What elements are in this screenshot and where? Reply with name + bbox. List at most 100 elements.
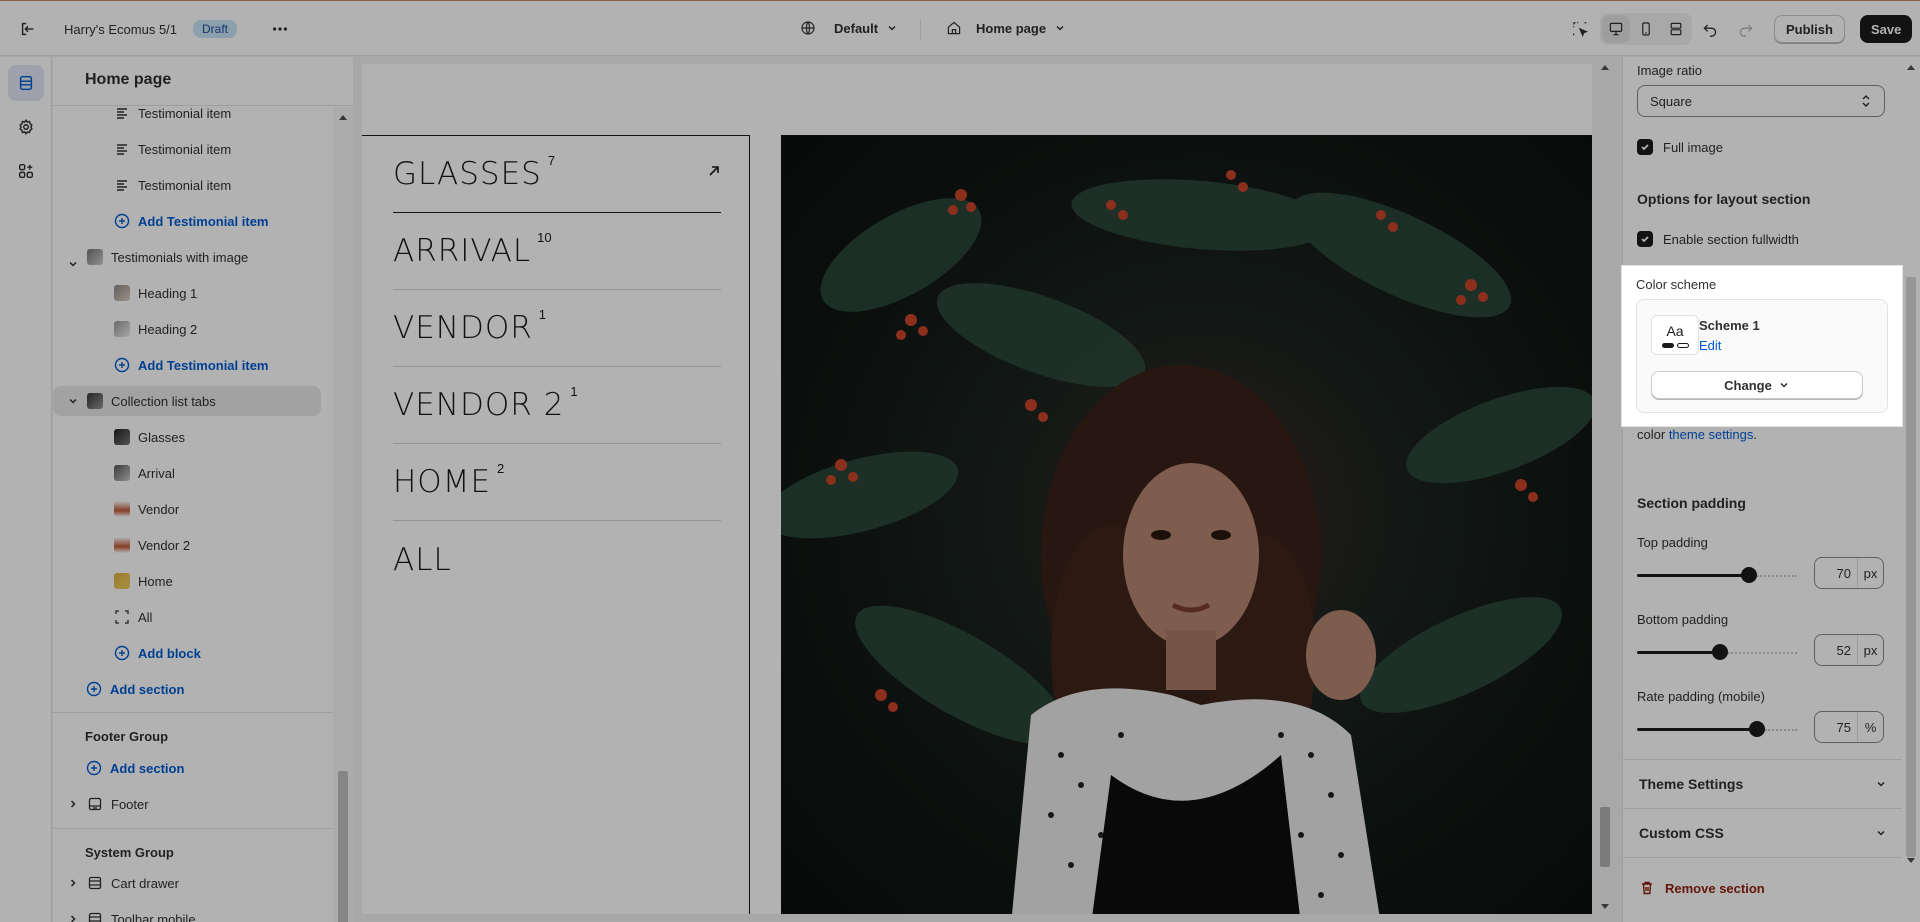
collection-tab-glasses[interactable]: GLASSES 7 <box>393 136 721 213</box>
sidebar-scrollbar[interactable] <box>333 107 353 922</box>
tree-item-vendor-2[interactable]: Vendor 2 <box>53 530 333 560</box>
tree-item-label: Vendor <box>138 501 180 517</box>
full-image-checkbox-row[interactable]: Full image <box>1637 139 1723 155</box>
theme-select[interactable]: Default <box>800 20 898 36</box>
preview-scrollbar[interactable] <box>1594 57 1616 922</box>
home-icon <box>947 21 961 35</box>
theme-settings-accordion[interactable]: Theme Settings <box>1623 759 1903 807</box>
page-select[interactable]: Home page <box>946 20 1066 36</box>
scheme-edit-link[interactable]: Edit <box>1699 338 1721 353</box>
publish-button[interactable]: Publish <box>1774 15 1845 43</box>
top-padding-slider[interactable] <box>1637 565 1797 585</box>
scheme-name: Scheme 1 <box>1699 318 1760 333</box>
apps-icon[interactable] <box>8 153 44 189</box>
layout-options-heading: Options for layout section <box>1637 191 1811 207</box>
rate-padding-slider[interactable] <box>1637 719 1797 739</box>
view-toggle-group <box>1600 13 1692 45</box>
add-testimonial-item-button[interactable]: Add Testimonial item <box>53 206 333 236</box>
tree-item-testimonial[interactable]: Testimonial item <box>53 98 333 128</box>
footer-group-label: Footer Group <box>85 729 169 744</box>
image-ratio-select[interactable]: Square <box>1637 85 1885 117</box>
footer-layout-icon <box>85 794 105 814</box>
tree-section-collection-list-tabs[interactable]: Collection list tabs <box>53 386 321 416</box>
tree-item-glasses[interactable]: Glasses <box>53 422 333 452</box>
tree-section-cart-drawer[interactable]: Cart drawer <box>53 868 333 898</box>
tree-item-testimonial[interactable]: Testimonial item <box>53 134 333 164</box>
full-image-label: Full image <box>1663 139 1723 155</box>
fullscreen-view-icon[interactable] <box>1662 15 1690 43</box>
bottom-padding-unit: px <box>1857 635 1883 665</box>
section-tree-sidebar: Home page Testimonial item Testimonial i… <box>53 57 353 922</box>
slider-knob[interactable] <box>1749 721 1765 737</box>
scrollbar-thumb[interactable] <box>1906 277 1916 857</box>
bottom-padding-slider[interactable] <box>1637 642 1797 662</box>
undo-icon[interactable] <box>1694 13 1726 45</box>
add-section-button[interactable]: Add section <box>53 753 333 783</box>
add-testimonial-item-button[interactable]: Add Testimonial item <box>53 350 333 380</box>
preview-frame[interactable]: GLASSES 7 ARRIVAL 10 VENDOR 1 VENDOR 2 1… <box>362 64 1592 914</box>
desktop-view-icon[interactable] <box>1602 15 1630 43</box>
full-image-checkbox[interactable] <box>1637 139 1653 155</box>
scroll-up-icon[interactable] <box>1600 63 1610 71</box>
add-section-label: Add section <box>110 760 185 776</box>
block-thumbnail-icon <box>112 283 132 303</box>
tree-section-footer[interactable]: Footer <box>53 789 333 819</box>
scheme-color-dots <box>1661 342 1689 348</box>
mobile-view-icon[interactable] <box>1632 15 1660 43</box>
bottom-padding-input[interactable]: 52 px <box>1814 634 1884 666</box>
change-scheme-button[interactable]: Change <box>1651 371 1863 399</box>
tree-item-label: Footer <box>111 796 149 812</box>
tree-item-vendor[interactable]: Vendor <box>53 494 333 524</box>
top-padding-input[interactable]: 70 px <box>1814 557 1884 589</box>
block-thumbnail-icon <box>112 427 132 447</box>
trash-icon <box>1642 881 1652 895</box>
tree-item-heading-1[interactable]: Heading 1 <box>53 278 333 308</box>
tree-section-toolbar-mobile[interactable]: Toolbar mobile <box>53 904 333 922</box>
custom-css-accordion[interactable]: Custom CSS <box>1623 808 1903 856</box>
color-scheme-label: Color scheme <box>1636 277 1717 292</box>
remove-section-button[interactable]: Remove section <box>1639 880 1765 896</box>
scroll-down-icon[interactable] <box>1906 857 1916 865</box>
collection-tab-vendor[interactable]: VENDOR 1 <box>393 290 721 367</box>
add-section-button[interactable]: Add section <box>53 674 333 704</box>
theme-settings-link[interactable]: theme settings <box>1669 427 1754 442</box>
tree-item-testimonial[interactable]: Testimonial item <box>53 170 333 200</box>
scrollbar-thumb[interactable] <box>338 771 348 922</box>
fullwidth-checkbox[interactable] <box>1637 231 1653 247</box>
chevron-down-icon[interactable] <box>65 393 81 409</box>
tree-item-all[interactable]: All <box>53 602 333 632</box>
tree-item-home[interactable]: Home <box>53 566 333 596</box>
collection-tab-arrival[interactable]: ARRIVAL 10 <box>393 213 721 290</box>
text-lines-icon <box>112 175 132 195</box>
scroll-up-icon[interactable] <box>1906 63 1916 71</box>
sections-icon[interactable] <box>8 65 44 101</box>
tree-section-testimonials-with-image[interactable]: Testimonials with image <box>53 242 333 272</box>
slider-knob[interactable] <box>1712 644 1728 660</box>
add-block-button[interactable]: Add block <box>53 638 333 668</box>
tree-item-arrival[interactable]: Arrival <box>53 458 333 488</box>
exit-icon[interactable] <box>12 13 44 45</box>
slider-track-filled <box>1637 574 1749 577</box>
settings-gear-icon[interactable] <box>8 109 44 145</box>
add-item-label: Add Testimonial item <box>138 357 269 373</box>
arrow-up-right-icon[interactable] <box>707 164 721 178</box>
image-ratio-label: Image ratio <box>1637 63 1703 78</box>
settings-scrollbar[interactable] <box>1902 57 1920 922</box>
scrollbar-thumb[interactable] <box>1600 807 1610 867</box>
save-button[interactable]: Save <box>1860 15 1913 43</box>
scroll-down-icon[interactable] <box>1600 903 1610 911</box>
fullwidth-checkbox-row[interactable]: Enable section fullwidth <box>1637 231 1799 247</box>
inspector-icon[interactable] <box>1564 13 1596 45</box>
more-options-icon[interactable] <box>264 13 296 45</box>
collection-tab-all[interactable]: ALL <box>393 521 721 598</box>
top-padding-unit: px <box>1857 558 1883 588</box>
scroll-up-icon[interactable] <box>338 113 348 121</box>
collection-tab-vendor-2[interactable]: VENDOR 2 1 <box>393 367 721 444</box>
rate-padding-input[interactable]: 75 % <box>1814 711 1884 743</box>
redo-icon[interactable] <box>1730 13 1762 45</box>
tree-item-heading-2[interactable]: Heading 2 <box>53 314 333 344</box>
collection-count: 10 <box>537 229 552 245</box>
tree-item-label: Home <box>138 573 173 589</box>
slider-knob[interactable] <box>1741 567 1757 583</box>
collection-tab-home[interactable]: HOME 2 <box>393 444 721 521</box>
